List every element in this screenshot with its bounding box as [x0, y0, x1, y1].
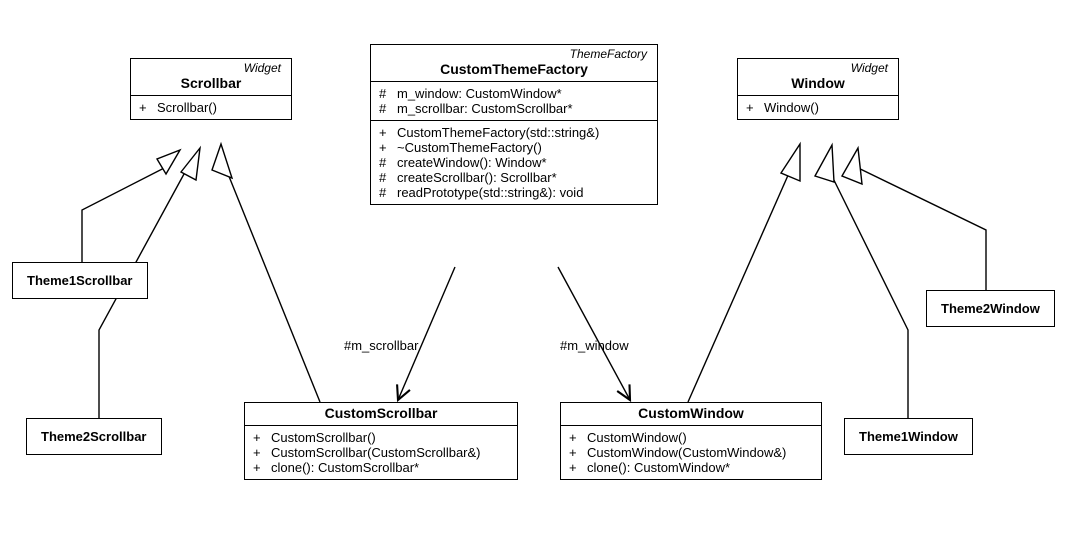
class-theme2scrollbar: Theme2Scrollbar: [26, 418, 162, 455]
class-theme1window: Theme1Window: [844, 418, 973, 455]
class-theme1scrollbar: Theme1Scrollbar: [12, 262, 148, 299]
class-scrollbar: Widget Scrollbar + Scrollbar(): [130, 58, 292, 120]
assoc-label-mwindow: #m_window: [560, 338, 629, 353]
edge-ctf-to-customwindow: [558, 267, 630, 400]
class-name: Window: [744, 75, 892, 91]
class-name: Scrollbar: [137, 75, 285, 91]
class-customscrollbar: CustomScrollbar + CustomScrollbar() + Cu…: [244, 402, 518, 480]
operation-row: + CustomWindow(): [569, 430, 813, 445]
operation-row: + CustomThemeFactory(std::string&): [379, 125, 649, 140]
assoc-label-mscrollbar: #m_scrollbar: [344, 338, 418, 353]
class-window: Widget Window + Window(): [737, 58, 899, 120]
operation-row: # createWindow(): Window*: [379, 155, 649, 170]
class-name: CustomScrollbar: [251, 405, 511, 421]
operation-row: # createScrollbar(): Scrollbar*: [379, 170, 649, 185]
operation-row: + Window(): [746, 100, 890, 115]
stereotype-label: Widget: [744, 61, 892, 75]
operation-row: + Scrollbar(): [139, 100, 283, 115]
class-customwindow: CustomWindow + CustomWindow() + CustomWi…: [560, 402, 822, 480]
operation-row: + CustomWindow(CustomWindow&): [569, 445, 813, 460]
class-name: CustomThemeFactory: [377, 61, 651, 77]
attribute-row: # m_scrollbar: CustomScrollbar*: [379, 101, 649, 116]
class-theme2window: Theme2Window: [926, 290, 1055, 327]
operation-row: + CustomScrollbar(): [253, 430, 509, 445]
edge-theme2window-to-window: [850, 164, 986, 290]
class-name: CustomWindow: [567, 405, 815, 421]
stereotype-label: Widget: [137, 61, 285, 75]
stereotype-label: ThemeFactory: [377, 47, 651, 61]
edge-ctf-to-customscrollbar: [398, 267, 455, 400]
edge-customscrollbar-to-scrollbar: [224, 164, 320, 402]
attribute-row: # m_window: CustomWindow*: [379, 86, 649, 101]
operation-row: # readPrototype(std::string&): void: [379, 185, 649, 200]
edge-theme1scrollbar-to-scrollbar: [82, 164, 172, 262]
class-customthemefactory: ThemeFactory CustomThemeFactory # m_wind…: [370, 44, 658, 205]
operation-row: + clone(): CustomWindow*: [569, 460, 813, 475]
operation-row: + clone(): CustomScrollbar*: [253, 460, 509, 475]
operation-row: + ~CustomThemeFactory(): [379, 140, 649, 155]
operation-row: + CustomScrollbar(CustomScrollbar&): [253, 445, 509, 460]
edge-customwindow-to-window: [688, 164, 793, 402]
edge-theme1window-to-window: [826, 164, 908, 418]
